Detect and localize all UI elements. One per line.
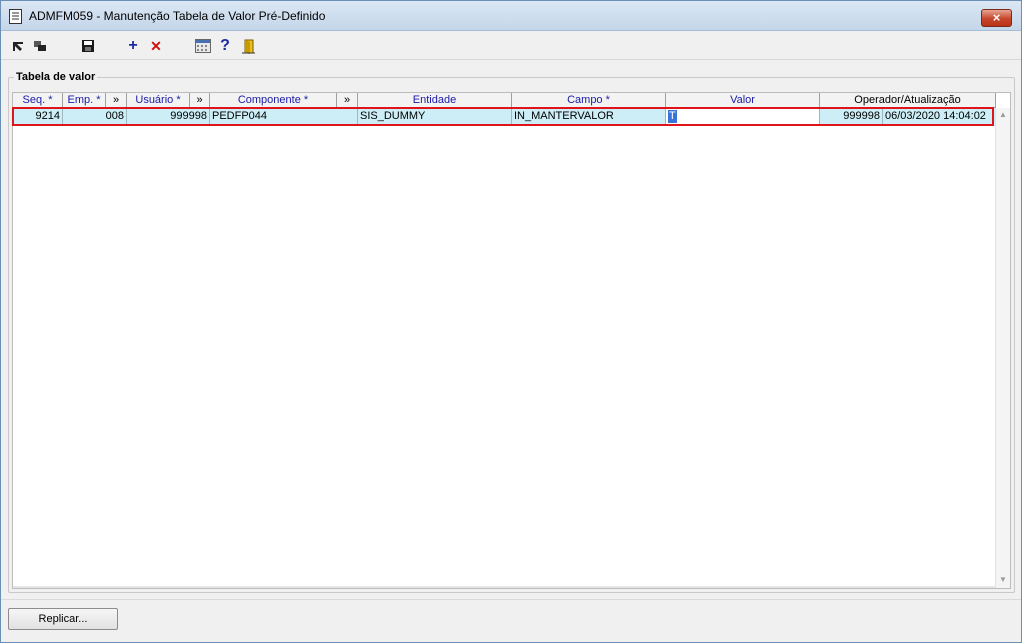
lookup-componente-header[interactable]: » [190, 93, 210, 108]
save-button[interactable] [79, 37, 97, 55]
replicar-button[interactable]: Replicar... [8, 608, 118, 630]
table-row[interactable]: 9214 008 999998 PEDFP044 SIS_DUMMY IN_MA… [13, 108, 996, 126]
title-bar: ADMFM059 - Manutenção Tabela de Valor Pr… [1, 1, 1021, 31]
replicar-label: Replicar... [38, 613, 88, 625]
column-header-campo[interactable]: Campo * [512, 93, 666, 108]
exit-button[interactable] [240, 37, 258, 55]
delete-button[interactable]: ✕ [147, 37, 165, 55]
add-button[interactable]: + [124, 37, 142, 55]
cell-entidade[interactable]: SIS_DUMMY [358, 108, 512, 126]
column-header-operador-atualizacao[interactable]: Operador/Atualização [820, 93, 996, 108]
nav-back-button[interactable] [31, 37, 49, 55]
cell-campo[interactable]: IN_MANTERVALOR [512, 108, 666, 126]
close-icon: × [992, 10, 1001, 25]
cell-atualizacao[interactable]: 06/03/2020 14:04:02 [883, 108, 996, 126]
help-button[interactable]: ? [216, 37, 234, 55]
toolbar: + ✕ ? [1, 32, 1021, 60]
nav-back-icon [34, 41, 46, 51]
exit-door-icon [242, 39, 255, 54]
calculator-button[interactable] [194, 37, 212, 55]
cell-valor-editor[interactable]: T [666, 108, 820, 126]
lookup-usuario-header[interactable]: » [106, 93, 127, 108]
scroll-down-icon[interactable]: ▼ [999, 575, 1007, 584]
cell-usuario[interactable]: 999998 [127, 108, 210, 126]
group-label: Tabela de valor [14, 71, 98, 83]
cell-operador[interactable]: 999998 [820, 108, 883, 126]
nav-first-icon [13, 42, 23, 51]
help-icon: ? [220, 37, 230, 54]
document-icon [9, 9, 22, 24]
column-header-usuario[interactable]: Usuário * [127, 93, 190, 108]
scroll-up-icon[interactable]: ▲ [999, 110, 1007, 119]
save-icon [82, 40, 94, 52]
column-header-seq[interactable]: Seq. * [13, 93, 63, 108]
divider [1, 599, 1021, 600]
cell-emp[interactable]: 008 [63, 108, 127, 126]
vertical-scrollbar[interactable]: ▲ ▼ [995, 108, 1010, 588]
value-table-grid: Seq. * Emp. * » Usuário * » Componente *… [12, 92, 1011, 589]
horizontal-scrollbar[interactable] [13, 586, 996, 588]
column-header-emp[interactable]: Emp. * [63, 93, 106, 108]
tabela-de-valor-group: Tabela de valor Seq. * Emp. * » Usuário … [8, 71, 1015, 593]
delete-icon: ✕ [150, 37, 162, 54]
column-header-valor[interactable]: Valor [666, 93, 820, 108]
cell-valor-value[interactable]: T [668, 110, 677, 123]
column-header-entidade[interactable]: Entidade [358, 93, 512, 108]
cell-seq[interactable]: 9214 [13, 108, 63, 126]
window-title: ADMFM059 - Manutenção Tabela de Valor Pr… [29, 9, 326, 23]
lookup-entidade-header[interactable]: » [337, 93, 358, 108]
close-button[interactable]: × [981, 9, 1012, 27]
nav-first-button[interactable] [9, 37, 27, 55]
app-window: ADMFM059 - Manutenção Tabela de Valor Pr… [0, 0, 1022, 643]
cell-componente[interactable]: PEDFP044 [210, 108, 358, 126]
calculator-icon [195, 39, 211, 53]
add-icon: + [128, 37, 138, 54]
column-header-componente[interactable]: Componente * [210, 93, 337, 108]
